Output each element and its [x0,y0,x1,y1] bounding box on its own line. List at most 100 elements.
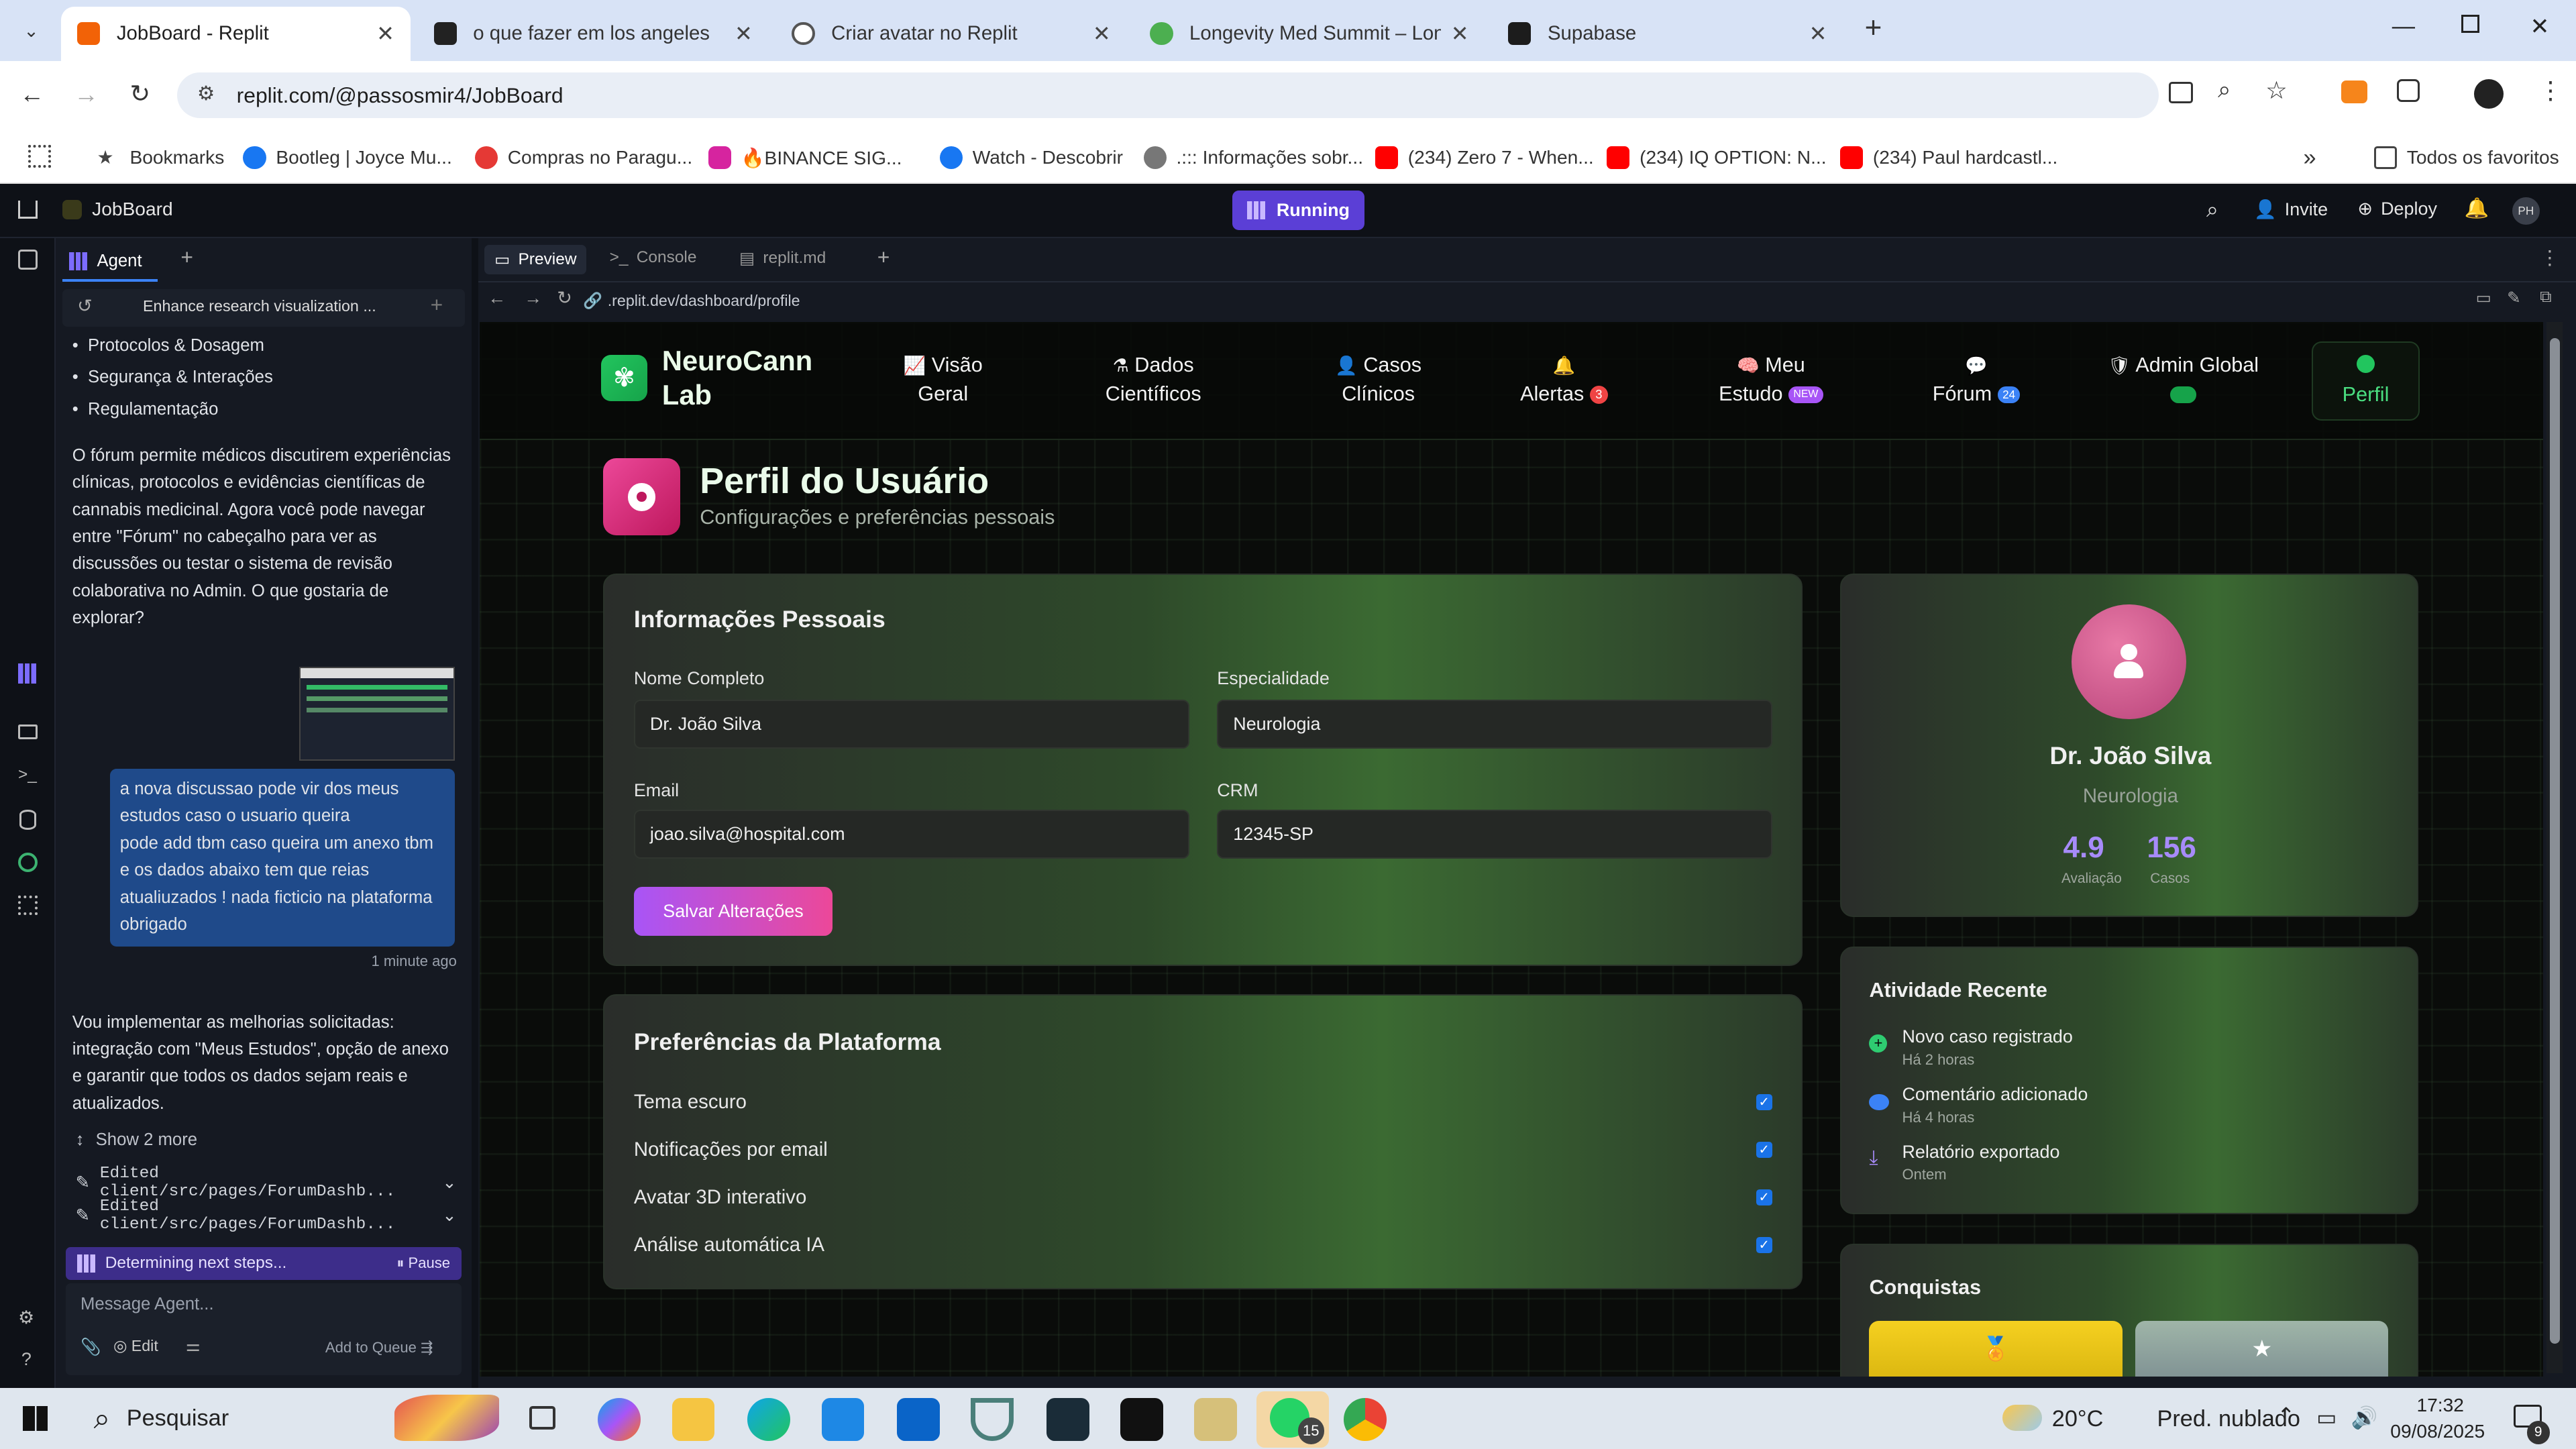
nav-casos-clinicos[interactable]: 👤 Casos Clínicos [1321,352,1436,408]
preview-back-button[interactable]: ← [488,288,506,309]
weather-temp[interactable]: 20°C [2052,1406,2104,1432]
database-icon[interactable] [19,810,36,830]
minimize-button[interactable]: — [2392,13,2415,40]
scrollbar-thumb[interactable] [2549,338,2560,1344]
settings-icon[interactable]: ⚙ [18,1307,34,1328]
brand-logo[interactable]: ✾ NeuroCann Lab [601,343,812,413]
stake-icon[interactable] [1046,1398,1089,1441]
copilot-icon[interactable] [598,1398,641,1441]
tab-preview[interactable]: ▭ Preview [484,244,587,274]
zoom-icon[interactable]: ⌕ [2218,77,2231,103]
scrollbar[interactable] [2546,321,2563,1374]
store-icon[interactable] [821,1398,865,1441]
address-bar[interactable]: ⚙ replit.com/@passosmir4/JobBoard [177,72,2159,119]
new-thread-icon[interactable]: + [431,292,443,317]
outlook-icon[interactable] [897,1398,940,1441]
pref-checkbox-avatar-3d[interactable]: ✓ [1756,1189,1772,1206]
browser-tab-5[interactable]: Supabase ✕ [1492,7,1843,61]
name-field[interactable]: Dr. João Silva [633,699,1189,749]
bookmark-item[interactable]: 🔥BINANCE SIG... [708,140,902,176]
preview-forward-button[interactable]: → [524,288,542,309]
start-button[interactable] [23,1406,48,1432]
project-name[interactable]: JobBoard [62,199,173,220]
bookmark-item[interactable]: (234) IQ OPTION: N... [1607,140,1827,176]
menu-icon[interactable]: ⋮ [2538,76,2563,105]
bookmark-item[interactable]: .::: Informações sobr... [1143,140,1363,176]
terminal-icon[interactable]: >_ [18,765,37,784]
nav-meu-estudo[interactable]: 🧠 Meu Estudo NEW [1712,352,1830,408]
save-button[interactable]: Salvar Alterações [633,886,833,936]
message-input[interactable]: Message Agent... 📎 ◎ Edit ⚌ Add to Queue… [65,1283,462,1375]
extensions-icon[interactable] [2397,78,2420,102]
browser-tab-4[interactable]: Longevity Med Summit – Longe ✕ [1134,7,1485,61]
email-field[interactable]: joao.silva@hospital.com [633,809,1189,859]
crm-field[interactable]: 12345-SP [1217,809,1772,859]
devices-icon[interactable]: ▭ [2476,288,2491,308]
show-more-button[interactable]: ↕ Show 2 more [76,1130,197,1150]
file-explorer-icon[interactable] [672,1398,715,1441]
clock-time[interactable]: 17:32 [2416,1395,2463,1416]
settings-sliders-icon[interactable]: ⚌ [186,1336,201,1356]
app-icon[interactable] [1194,1398,1238,1441]
attach-icon[interactable]: 📎 [80,1337,101,1357]
volume-icon[interactable]: 🔊 [2351,1405,2378,1430]
invite-button[interactable]: 👤 Invite [2254,199,2328,220]
app-icon[interactable] [971,1398,1014,1441]
agent-icon[interactable] [17,663,38,684]
add-to-queue-button[interactable]: Add to Queue ⇶ [325,1339,433,1356]
preview-reload-button[interactable]: ↻ [557,288,572,309]
bookmark-item[interactable]: ★ Bookmarks [97,140,224,176]
chevron-up-icon[interactable]: ⌃ [2277,1403,2295,1428]
restore-button[interactable] [2461,15,2479,33]
preview-url-bar[interactable]: 🔗 .replit.dev/dashboard/profile [583,288,2456,314]
profile-avatar[interactable] [2474,78,2504,109]
nav-alertas[interactable]: 🔔 Alertas 3 [1511,352,1617,408]
help-icon[interactable]: ? [21,1349,32,1370]
user-avatar[interactable]: PH [2512,197,2540,225]
close-icon[interactable]: ✕ [1451,21,1469,46]
install-icon[interactable] [2168,82,2194,104]
apps-icon[interactable] [28,144,51,168]
network-icon[interactable]: ▭ [2316,1405,2337,1430]
bookmark-item[interactable]: (234) Zero 7 - When... [1375,140,1594,176]
edit-entry[interactable]: ✎ Edited client/src/pages/ForumDashb... ⌄ [76,1197,457,1234]
star-icon[interactable]: ☆ [2265,76,2288,105]
search-icon[interactable]: ⌕ [2206,197,2218,223]
pref-checkbox-tema-escuro[interactable]: ✓ [1756,1093,1772,1111]
devtools-icon[interactable]: ✎ [2507,288,2521,308]
reload-button[interactable]: ↻ [129,79,150,108]
bookmark-item[interactable]: Watch - Descobrir [939,140,1123,176]
specialty-field[interactable]: Neurologia [1217,699,1772,749]
pref-checkbox-notificacoes[interactable]: ✓ [1756,1141,1772,1159]
close-icon[interactable]: ✕ [376,21,394,46]
panel-resizer[interactable] [471,238,478,1389]
tab-agent[interactable]: Agent [62,246,148,276]
achievement-badge[interactable]: ★ [2135,1320,2389,1377]
attachment-thumbnail[interactable] [299,667,455,761]
clock-date[interactable]: 09/08/2025 [2390,1421,2485,1442]
profile-avatar[interactable] [2071,604,2187,720]
task-view-icon[interactable] [529,1406,555,1430]
browser-tab-3[interactable]: Criar avatar no Replit ✕ [775,7,1127,61]
tab-replit-md[interactable]: ▤ replit.md [739,248,826,268]
chrome-icon[interactable] [1344,1398,1387,1441]
browser-tab-jobboard[interactable]: JobBoard - Replit ✕ [60,6,411,61]
open-new-window-icon[interactable]: ⧉ [2540,288,2551,307]
bookmark-item[interactable]: Bootleg | Joyce Mu... [243,140,452,176]
new-tab-button[interactable]: + [1865,11,1882,45]
files-icon[interactable] [17,250,38,270]
edit-mode-button[interactable]: ◎ Edit [113,1337,158,1355]
forward-button[interactable]: → [74,80,99,109]
bookmarks-overflow[interactable]: » [2303,140,2316,176]
close-window-button[interactable]: ✕ [2530,13,2549,40]
tab-search-button[interactable]: ⌄ [13,13,50,50]
bookmark-item[interactable]: (234) Paul hardcastl... [1839,140,2057,176]
pref-checkbox-analise-ia[interactable]: ✓ [1756,1236,1772,1254]
back-button[interactable]: ← [19,80,44,109]
home-icon[interactable] [17,200,38,219]
grid-icon[interactable] [17,895,38,916]
plugin-icon[interactable] [17,853,38,873]
all-bookmarks[interactable]: Todos os favoritos [2373,140,2559,176]
nav-perfil[interactable]: Perfil [2311,341,2420,421]
bell-icon[interactable]: 🔔 [2464,197,2489,220]
